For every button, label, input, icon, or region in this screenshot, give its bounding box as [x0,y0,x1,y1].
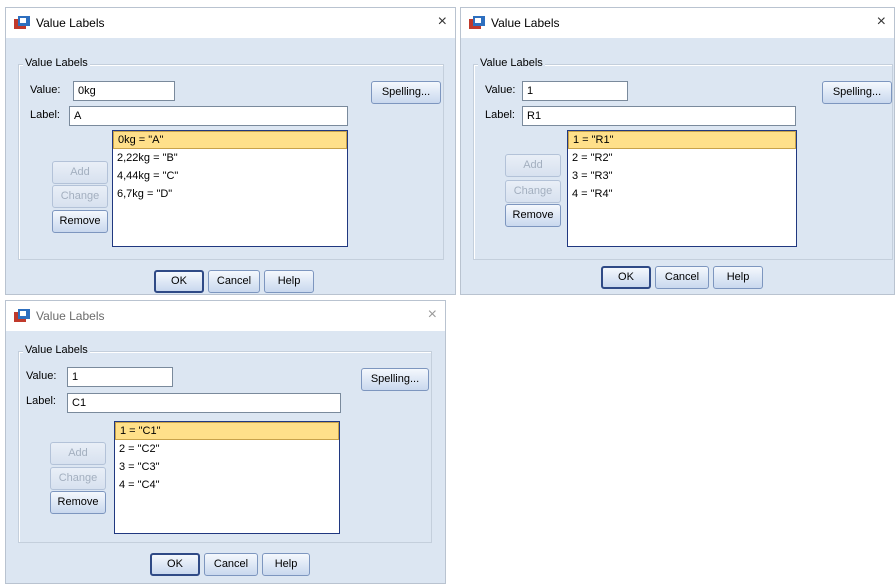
group-legend: Value Labels [478,57,545,69]
dialog-client: Value Labels Value: Label: Spelling... 1… [461,38,894,294]
list-item[interactable]: 2 = "R2" [568,149,796,167]
spss-app-icon [14,309,30,323]
label-field-label: Label: [30,109,60,121]
list-item[interactable]: 4 = "C4" [115,476,339,494]
value-labels-list[interactable]: 1 = "R1" 2 = "R2" 3 = "R3" 4 = "R4" [567,130,797,247]
list-item[interactable]: 2 = "C2" [115,440,339,458]
dialog-title: Value Labels [491,16,560,30]
help-button[interactable]: Help [713,266,763,289]
value-input[interactable] [522,81,628,101]
value-labels-dialog-1: Value Labels × Value Labels Value: Label… [5,7,456,295]
change-button[interactable]: Change [505,180,561,203]
list-item[interactable]: 6,7kg = "D" [113,185,347,203]
value-field-label: Value: [26,370,57,382]
help-button[interactable]: Help [262,553,310,576]
group-legend: Value Labels [23,57,90,69]
title-bar: Value Labels × [6,8,455,38]
list-item[interactable]: 2,22kg = "B" [113,149,347,167]
list-item[interactable]: 1 = "R1" [568,131,796,149]
value-labels-list[interactable]: 0kg = "A" 2,22kg = "B" 4,44kg = "C" 6,7k… [112,130,348,247]
value-labels-list[interactable]: 1 = "C1" 2 = "C2" 3 = "C3" 4 = "C4" [114,421,340,534]
list-item[interactable]: 0kg = "A" [113,131,347,149]
dialog-title: Value Labels [36,16,105,30]
value-labels-dialog-3: Value Labels × Value Labels Value: Label… [5,300,446,584]
ok-button[interactable]: OK [601,266,651,289]
spss-app-icon [14,16,30,30]
close-icon[interactable]: × [428,306,437,324]
add-button[interactable]: Add [52,161,108,184]
list-item[interactable]: 3 = "R3" [568,167,796,185]
label-field-label: Label: [26,395,56,407]
dialog-title: Value Labels [36,309,105,323]
value-field-label: Value: [30,84,61,96]
value-input[interactable] [67,367,173,387]
title-bar: Value Labels × [6,301,445,331]
cancel-button[interactable]: Cancel [655,266,709,289]
title-bar: Value Labels × [461,8,894,38]
add-button[interactable]: Add [505,154,561,177]
help-button[interactable]: Help [264,270,314,293]
change-button[interactable]: Change [50,467,106,490]
group-legend: Value Labels [23,344,90,356]
value-labels-dialog-2: Value Labels × Value Labels Value: Label… [460,7,895,295]
change-button[interactable]: Change [52,185,108,208]
close-icon[interactable]: × [438,13,447,31]
value-field-label: Value: [485,84,516,96]
dialog-client: Value Labels Value: Label: Spelling... 0… [6,38,455,294]
add-button[interactable]: Add [50,442,106,465]
label-field-label: Label: [485,109,515,121]
close-icon[interactable]: × [877,13,886,31]
remove-button[interactable]: Remove [50,491,106,514]
list-item[interactable]: 3 = "C3" [115,458,339,476]
list-item[interactable]: 4 = "R4" [568,185,796,203]
label-input[interactable] [522,106,796,126]
spelling-button[interactable]: Spelling... [361,368,429,391]
remove-button[interactable]: Remove [505,204,561,227]
cancel-button[interactable]: Cancel [208,270,260,293]
spelling-button[interactable]: Spelling... [822,81,892,104]
list-item[interactable]: 1 = "C1" [115,422,339,440]
cancel-button[interactable]: Cancel [204,553,258,576]
list-item[interactable]: 4,44kg = "C" [113,167,347,185]
dialog-client: Value Labels Value: Label: Spelling... 1… [6,331,445,583]
spss-app-icon [469,16,485,30]
ok-button[interactable]: OK [150,553,200,576]
value-input[interactable] [73,81,175,101]
remove-button[interactable]: Remove [52,210,108,233]
label-input[interactable] [69,106,348,126]
ok-button[interactable]: OK [154,270,204,293]
spelling-button[interactable]: Spelling... [371,81,441,104]
label-input[interactable] [67,393,341,413]
